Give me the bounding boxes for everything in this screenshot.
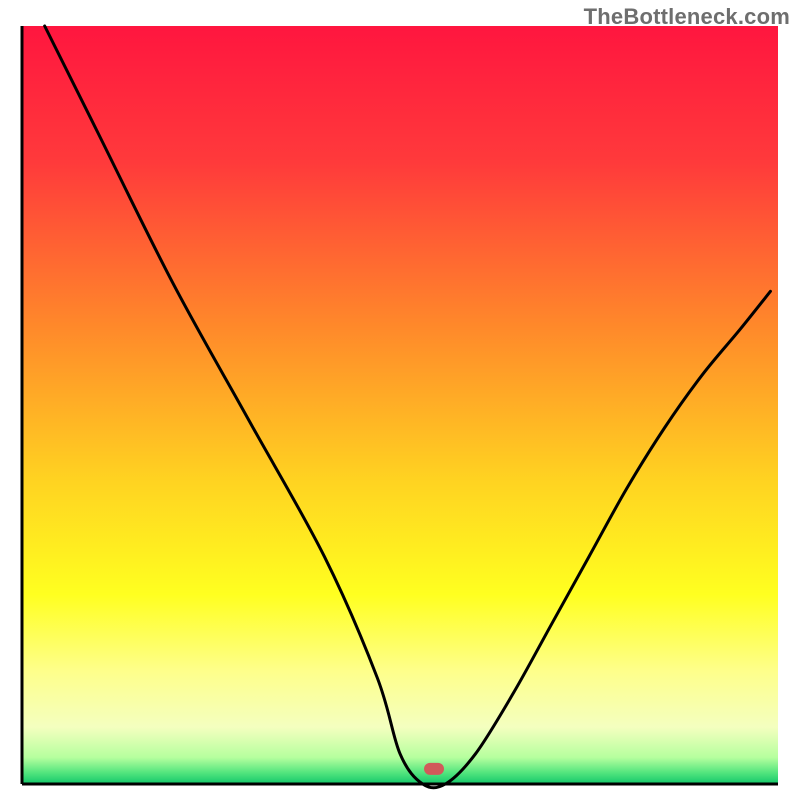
plot-background [22,26,778,784]
marker-minimum [424,763,444,775]
bottleneck-chart [0,0,800,800]
watermark-text: TheBottleneck.com [584,4,790,30]
chart-container: TheBottleneck.com [0,0,800,800]
